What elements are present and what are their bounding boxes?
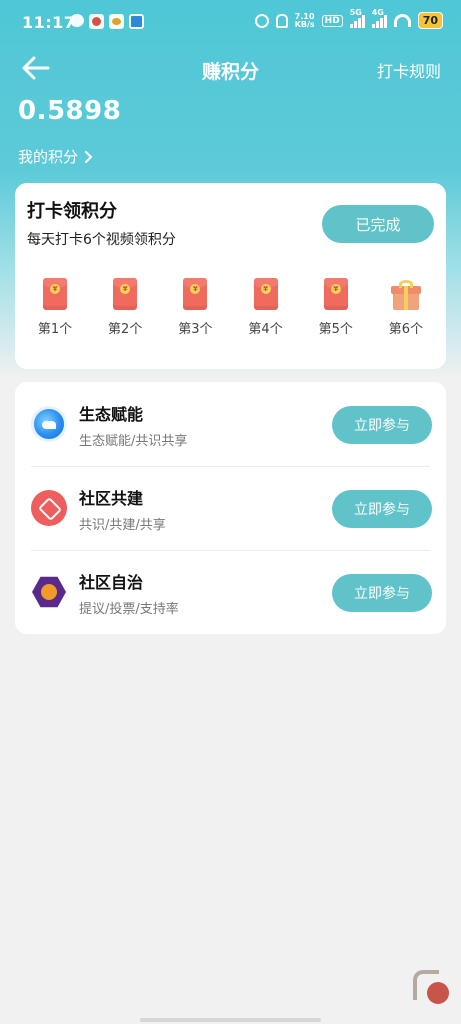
checkin-rules-link[interactable]: 打卡规则 [377,58,441,82]
points-balance: 0.5898 [18,96,122,126]
alarm-icon [254,13,269,28]
task-description: 提议/投票/支持率 [79,602,179,617]
red-envelope-icon: ¥ [43,278,67,310]
network-speed: 7.10 KB/s [294,11,315,29]
my-points-label: 我的积分 [18,148,79,166]
chat-bubble-icon [70,14,84,27]
reward-label: 第2个 [108,322,143,337]
join-now-button[interactable]: 立即参与 [332,574,432,612]
task-item-governance: 社区自治 提议/投票/支持率 立即参与 [15,550,446,634]
red-envelope-icon: ¥ [113,278,138,310]
status-bar: 11:17 7.10 KB/s HD 5G 4G 70 [0,0,461,46]
status-time: 11:17 [22,13,76,32]
notification-icons [70,14,144,29]
ecology-icon [31,406,67,442]
task-item-community: 社区共建 共识/共建/共享 立即参与 [15,466,446,550]
reward-label: 第5个 [318,322,353,337]
hd-badge: HD [321,14,343,27]
reward-item-3: ¥ 第3个 [165,278,225,337]
home-indicator[interactable] [140,1018,321,1022]
news-app-icon [89,14,104,29]
app-notification-icon [129,14,144,29]
reward-item-1: ¥ 第1个 [25,278,85,337]
status-indicators: 7.10 KB/s HD 5G 4G 70 [254,8,443,29]
reward-label: 第4个 [248,322,283,337]
chevron-right-icon [85,150,93,163]
red-envelope-icon: ¥ [253,278,278,310]
task-description: 共识/共建/共享 [79,518,166,533]
checkin-card: 打卡领积分 每天打卡6个视频领积分 已完成 ¥ 第1个 ¥ 第2个 ¥ 第3个 … [15,183,446,369]
weibo-icon [109,14,124,29]
join-now-button[interactable]: 立即参与 [332,406,432,444]
task-list-card: 生态赋能 生态赋能/共识共享 立即参与 社区共建 共识/共建/共享 立即参与 社… [15,382,446,634]
wifi-icon [393,14,411,27]
reward-label: 第6个 [388,322,424,337]
signal-5g-icon: 5G [349,8,365,28]
my-points-link[interactable]: 我的积分 [18,146,93,167]
reward-item-4: ¥ 第4个 [236,278,296,337]
mute-bell-icon [275,13,288,28]
red-envelope-icon: ¥ [323,278,348,310]
reward-label: 第1个 [37,322,73,337]
governance-icon [32,576,66,608]
task-title: 社区自治 [79,573,144,592]
task-title: 生态赋能 [79,405,144,424]
reward-list: ¥ 第1个 ¥ 第2个 ¥ 第3个 ¥ 第4个 ¥ 第5个 第6个 [25,278,436,337]
task-item-ecology: 生态赋能 生态赋能/共识共享 立即参与 [15,382,446,466]
watermark-logo [413,970,453,1010]
task-title: 社区共建 [79,489,144,508]
checkin-title: 打卡领积分 [27,201,117,222]
reward-item-6: 第6个 [376,278,436,337]
reward-label: 第3个 [178,322,213,337]
reward-item-2: ¥ 第2个 [95,278,155,337]
red-envelope-icon: ¥ [183,278,208,310]
reward-item-5: ¥ 第5个 [306,278,366,337]
completed-button[interactable]: 已完成 [322,205,434,243]
community-icon [31,490,67,526]
signal-4g-icon: 4G [371,8,387,28]
join-now-button[interactable]: 立即参与 [332,490,432,528]
task-description: 生态赋能/共识共享 [79,434,188,449]
checkin-subtitle: 每天打卡6个视频领积分 [27,232,176,248]
gift-box-icon [390,280,421,310]
battery-icon: 70 [417,12,443,29]
